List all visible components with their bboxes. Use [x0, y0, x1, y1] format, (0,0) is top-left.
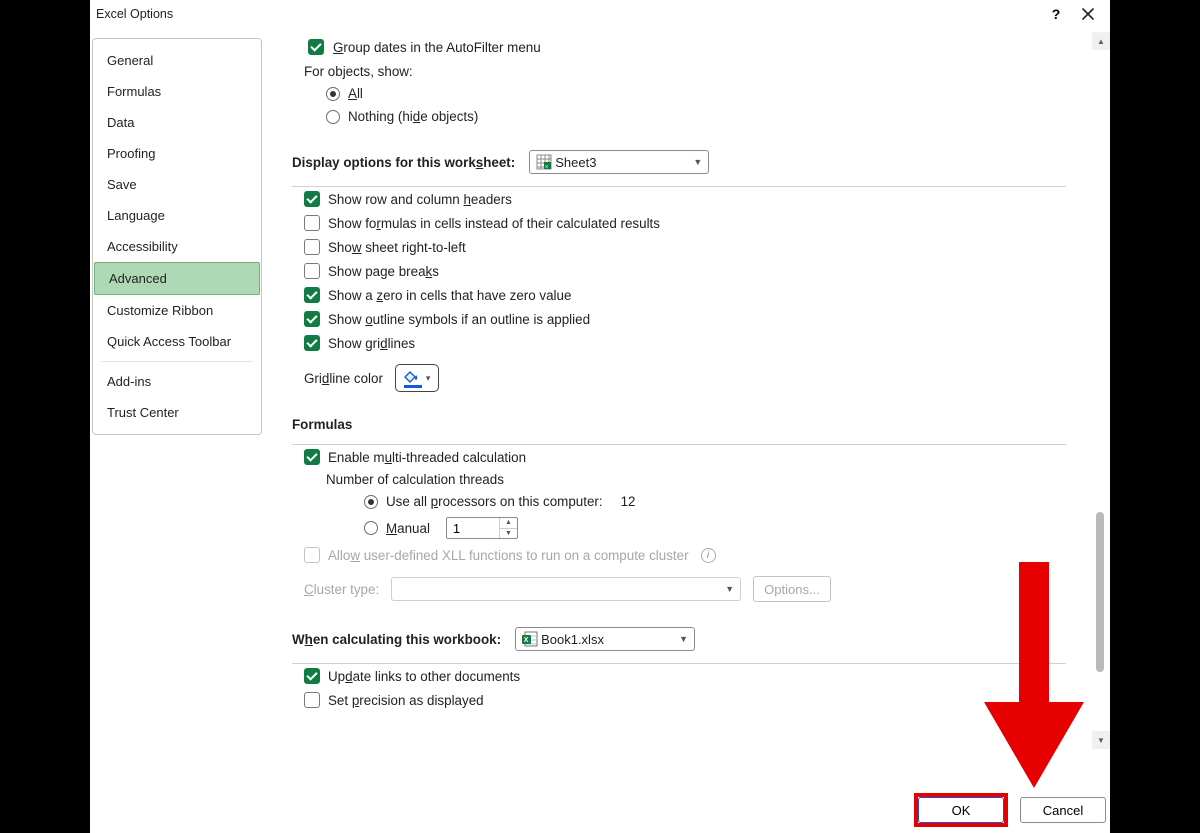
zeros-label: Show a zero in cells that have zero valu… [328, 288, 571, 303]
sidebar-item-trust-center[interactable]: Trust Center [93, 397, 261, 428]
row-col-headers-checkbox[interactable] [304, 191, 320, 207]
info-icon[interactable]: i [701, 548, 716, 563]
xll-label: Allow user-defined XLL functions to run … [328, 548, 689, 563]
sidebar-item-quick-access-toolbar[interactable]: Quick Access Toolbar [93, 326, 261, 357]
chevron-down-icon: ▼ [693, 157, 702, 167]
processors-count: 12 [621, 494, 636, 509]
manual-radio[interactable] [364, 521, 378, 535]
objects-all-radio[interactable] [326, 87, 340, 101]
chevron-down-icon: ▾ [426, 373, 431, 384]
group-dates-label: Group dates in the AutoFilter menu [333, 40, 541, 55]
chevron-down-icon: ▼ [679, 634, 688, 644]
zeros-checkbox[interactable] [304, 287, 320, 303]
close-icon[interactable] [1072, 2, 1104, 26]
chevron-down-icon: ▼ [725, 584, 734, 594]
workbook-heading: When calculating this workbook: [292, 632, 501, 647]
all-processors-label: Use all processors on this computer: [386, 494, 603, 509]
gridlines-checkbox[interactable] [304, 335, 320, 351]
precision-checkbox[interactable] [304, 692, 320, 708]
excel-file-icon: X [522, 631, 538, 647]
objects-nothing-radio[interactable] [326, 110, 340, 124]
manual-threads-spinner[interactable]: ▲▼ [446, 517, 518, 539]
outline-label: Show outline symbols if an outline is ap… [328, 312, 590, 327]
settings-content: Group dates in the AutoFilter menu For o… [262, 28, 1092, 793]
spinner-up-icon[interactable]: ▲ [500, 518, 517, 529]
multithreaded-label: Enable multi-threaded calculation [328, 450, 526, 465]
page-breaks-label: Show page breaks [328, 264, 439, 279]
sidebar-item-data[interactable]: Data [93, 107, 261, 138]
titlebar: Excel Options ? [90, 0, 1110, 28]
show-formulas-label: Show formulas in cells instead of their … [328, 216, 660, 231]
dialog-footer: OK Cancel [90, 793, 1110, 833]
objects-all-label: All [348, 86, 363, 101]
manual-label: Manual [386, 521, 430, 536]
sidebar-item-proofing[interactable]: Proofing [93, 138, 261, 169]
dialog-title: Excel Options [96, 7, 173, 21]
rtl-label: Show sheet right-to-left [328, 240, 466, 255]
sidebar-item-language[interactable]: Language [93, 200, 261, 231]
xll-checkbox [304, 547, 320, 563]
scrollbar-thumb[interactable] [1096, 512, 1104, 672]
rtl-checkbox[interactable] [304, 239, 320, 255]
threads-label: Number of calculation threads [326, 469, 1066, 490]
scroll-down-icon[interactable]: ▼ [1092, 731, 1110, 749]
sidebar-item-customize-ribbon[interactable]: Customize Ribbon [93, 295, 261, 326]
svg-text:x: x [545, 164, 548, 170]
objects-nothing-label: Nothing (hide objects) [348, 109, 478, 124]
fill-color-icon [404, 371, 422, 385]
sidebar-item-add-ins[interactable]: Add-ins [93, 366, 261, 397]
precision-label: Set precision as displayed [328, 693, 484, 708]
vertical-scrollbar[interactable]: ▲ ▼ [1092, 28, 1110, 793]
row-col-headers-label: Show row and column headers [328, 192, 512, 207]
all-processors-radio[interactable] [364, 495, 378, 509]
outline-checkbox[interactable] [304, 311, 320, 327]
svg-text:X: X [524, 637, 529, 644]
worksheet-select[interactable]: x Sheet3 ▼ [529, 150, 709, 174]
spinner-down-icon[interactable]: ▼ [500, 529, 517, 539]
gridline-color-label: Gridline color [304, 371, 383, 386]
sidebar-item-save[interactable]: Save [93, 169, 261, 200]
update-links-checkbox[interactable] [304, 668, 320, 684]
cluster-select: ▼ [391, 577, 741, 601]
worksheet-heading: Display options for this worksheet: [292, 155, 515, 170]
scroll-up-icon[interactable]: ▲ [1092, 32, 1110, 50]
update-links-label: Update links to other documents [328, 669, 520, 684]
workbook-select[interactable]: X Book1.xlsx ▼ [515, 627, 695, 651]
manual-threads-input[interactable] [447, 518, 499, 538]
ok-button[interactable]: OK [918, 797, 1004, 823]
page-breaks-checkbox[interactable] [304, 263, 320, 279]
group-dates-checkbox[interactable] [308, 39, 324, 55]
sidebar-separator [101, 361, 253, 362]
show-formulas-checkbox[interactable] [304, 215, 320, 231]
worksheet-icon: x [536, 154, 552, 170]
formulas-heading: Formulas [292, 417, 352, 432]
sidebar-item-advanced[interactable]: Advanced [94, 262, 260, 295]
cluster-options-button: Options... [753, 576, 831, 602]
cluster-label: Cluster type: [304, 582, 379, 597]
cancel-button[interactable]: Cancel [1020, 797, 1106, 823]
sidebar-item-formulas[interactable]: Formulas [93, 76, 261, 107]
help-icon[interactable]: ? [1040, 2, 1072, 26]
gridlines-label: Show gridlines [328, 336, 415, 351]
gridline-color-button[interactable]: ▾ [395, 364, 440, 392]
excel-options-dialog: Excel Options ? General Formulas Data Pr… [90, 0, 1110, 833]
multithreaded-checkbox[interactable] [304, 449, 320, 465]
sidebar-item-accessibility[interactable]: Accessibility [93, 231, 261, 262]
sidebar-item-general[interactable]: General [93, 45, 261, 76]
ok-highlight: OK [914, 793, 1008, 827]
options-sidebar: General Formulas Data Proofing Save Lang… [92, 38, 262, 435]
objects-label: For objects, show: [304, 61, 1066, 82]
